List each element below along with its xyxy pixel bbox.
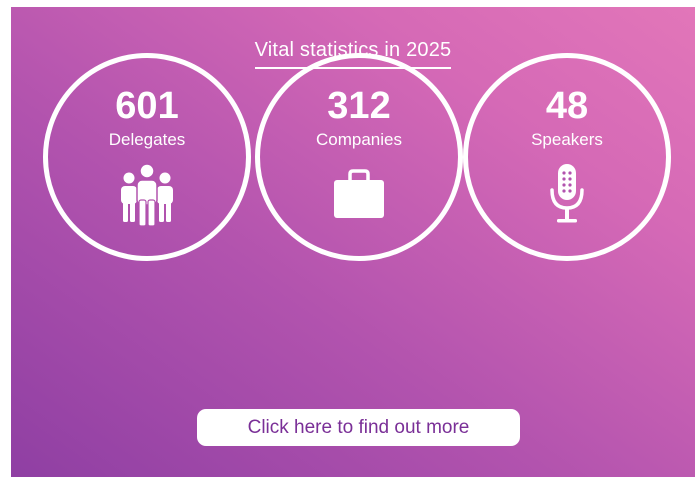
stat-label-companies: Companies: [316, 130, 402, 149]
stats-banner: Vital statistics in 2025 601 Delegates 3…: [11, 7, 695, 477]
stat-number-speakers: 48: [545, 85, 589, 127]
microphone-icon: [550, 164, 584, 223]
briefcase-icon: [334, 169, 384, 218]
stat-circle-delegates: 601 Delegates: [43, 53, 251, 261]
stat-number-companies: 312: [327, 85, 391, 127]
stat-circle-speakers: 48 Speakers: [463, 53, 671, 261]
stat-label-delegates: Delegates: [108, 130, 186, 149]
stat-number-delegates: 601: [115, 85, 179, 127]
find-out-more-button[interactable]: Click here to find out more: [197, 409, 520, 446]
stat-circle-companies: 312 Companies: [255, 53, 463, 261]
stat-label-speakers: Speakers: [531, 130, 603, 149]
people-group-icon: [121, 163, 173, 227]
